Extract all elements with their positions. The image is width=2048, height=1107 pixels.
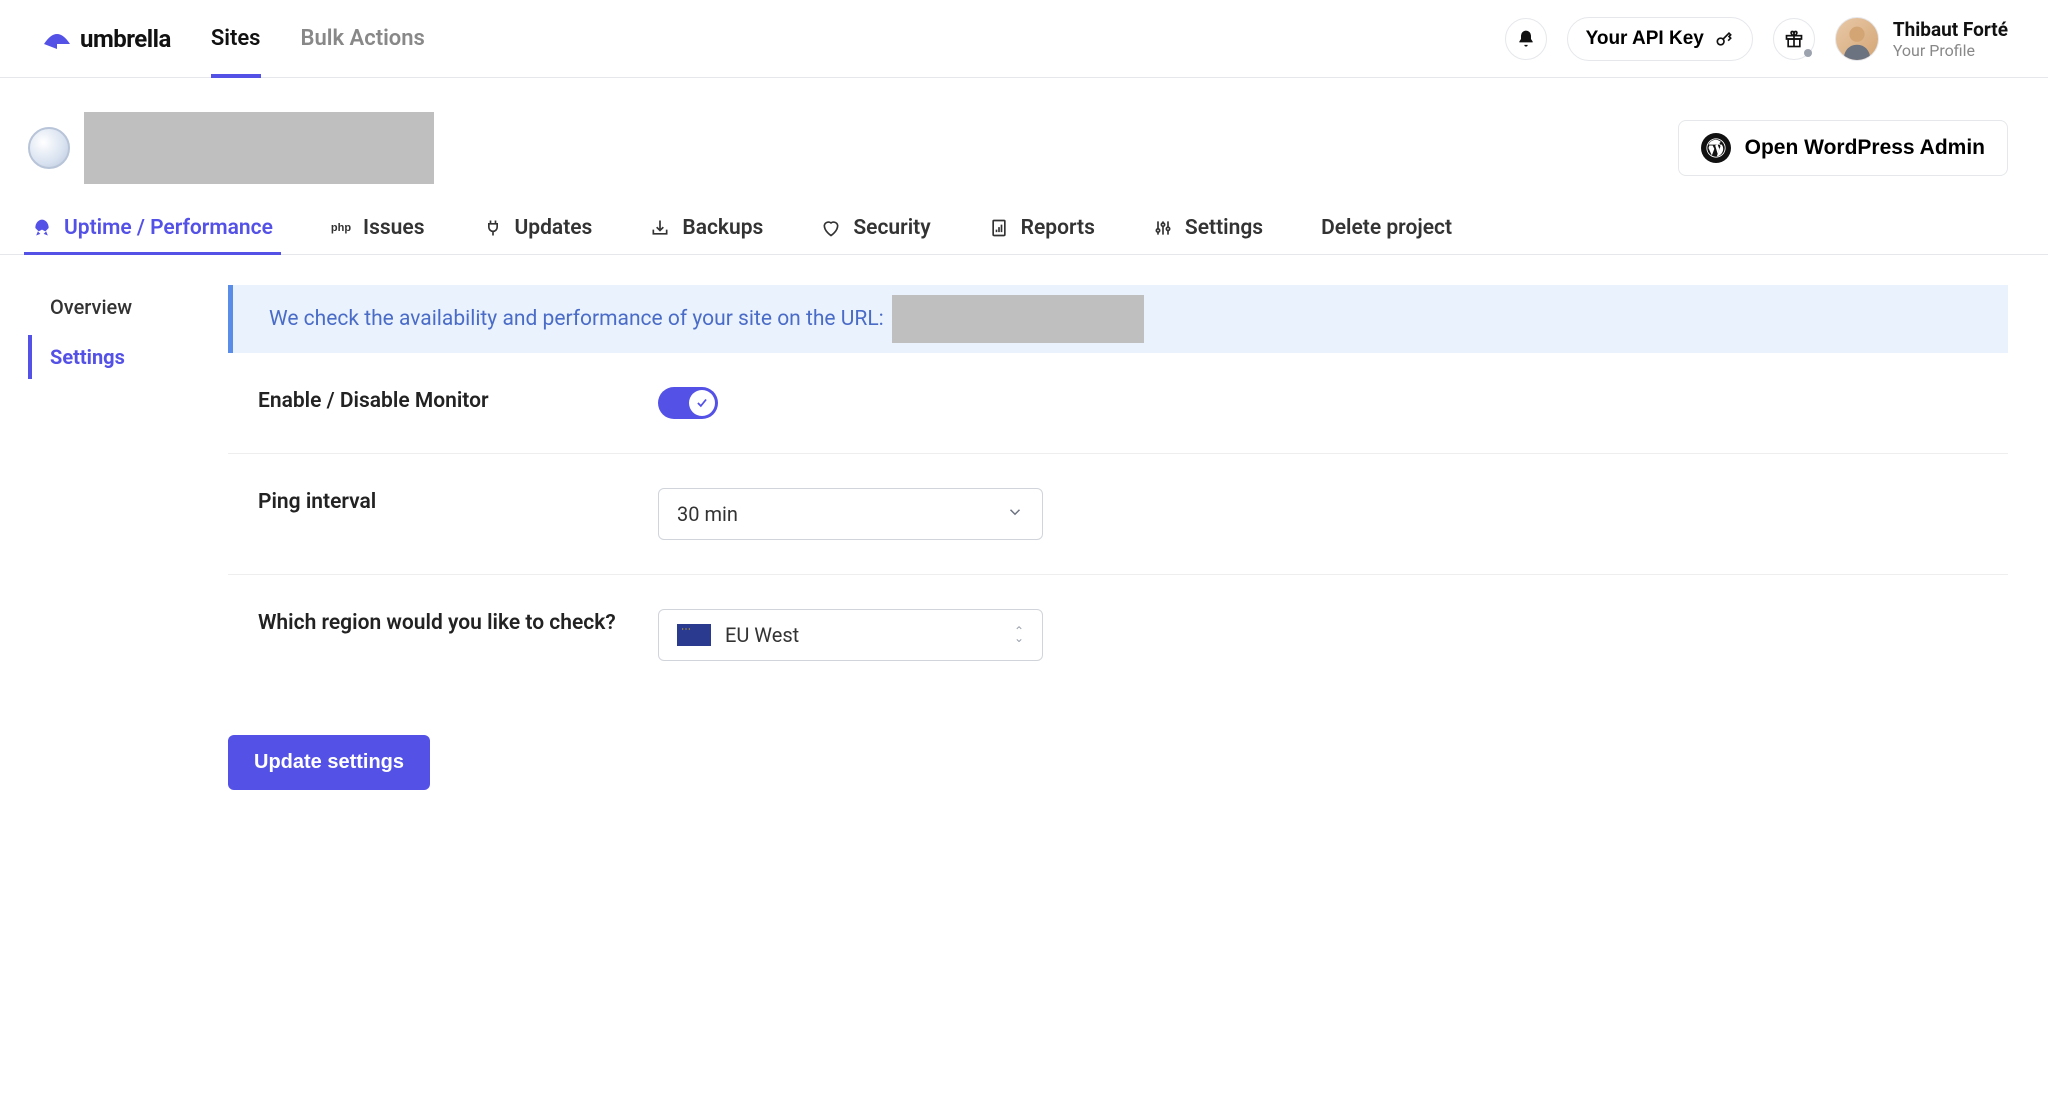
- topbar: umbrella Sites Bulk Actions Your API Key…: [0, 0, 2048, 78]
- rocket-icon: [32, 218, 52, 238]
- bell-icon: [1516, 29, 1536, 49]
- content: Overview Settings We check the availabil…: [0, 255, 2048, 830]
- plug-icon: [483, 218, 503, 238]
- setting-enable-monitor: Enable / Disable Monitor: [228, 353, 2008, 454]
- ping-interval-value: 30 min: [677, 502, 738, 526]
- gift-notification-dot: [1804, 49, 1812, 57]
- update-settings-button[interactable]: Update settings: [228, 735, 430, 790]
- info-banner: We check the availability and performanc…: [228, 285, 2008, 353]
- ping-interval-label: Ping interval: [228, 488, 658, 514]
- open-wp-label: Open WordPress Admin: [1745, 136, 1985, 160]
- api-key-button[interactable]: Your API Key: [1567, 17, 1753, 61]
- main-panel: We check the availability and performanc…: [228, 285, 2008, 790]
- sidenav-settings[interactable]: Settings: [28, 335, 188, 379]
- tab-settings[interactable]: Settings: [1149, 202, 1267, 254]
- profile-name: Thibaut Forté: [1893, 18, 2008, 41]
- profile-sub: Your Profile: [1893, 41, 2008, 60]
- enable-monitor-toggle[interactable]: [658, 387, 718, 419]
- sidenav-overview[interactable]: Overview: [28, 285, 188, 329]
- profile-menu[interactable]: Thibaut Forté Your Profile: [1835, 17, 2008, 61]
- tab-security[interactable]: Security: [817, 202, 934, 254]
- heart-icon: [821, 218, 841, 238]
- tab-updates[interactable]: Updates: [479, 202, 597, 254]
- open-wordpress-button[interactable]: Open WordPress Admin: [1678, 120, 2008, 176]
- topbar-right: Your API Key Thibaut Forté Your Profile: [1505, 17, 2008, 61]
- site-name-redacted: [84, 112, 434, 184]
- tab-reports[interactable]: Reports: [985, 202, 1099, 254]
- chevron-down-icon: [1006, 502, 1024, 526]
- report-icon: [989, 218, 1009, 238]
- region-value: EU West: [725, 623, 799, 647]
- setting-region: Which region would you like to check? EU…: [228, 575, 2008, 695]
- tab-backups[interactable]: Backups: [646, 202, 767, 254]
- region-label: Which region would you like to check?: [228, 609, 658, 635]
- eu-flag-icon: [677, 624, 711, 646]
- brand-name: umbrella: [80, 25, 171, 53]
- brand-logo[interactable]: umbrella: [40, 25, 171, 53]
- nav-bulk-actions[interactable]: Bulk Actions: [301, 0, 425, 77]
- gift-icon: [1784, 29, 1804, 49]
- ping-interval-select[interactable]: 30 min: [658, 488, 1043, 540]
- key-icon: [1714, 29, 1734, 49]
- region-select[interactable]: EU West ⌃⌄: [658, 609, 1043, 661]
- avatar: [1835, 17, 1879, 61]
- banner-url-redacted: [892, 295, 1144, 343]
- project-tabs: Uptime / Performance php Issues Updates …: [0, 202, 2048, 255]
- topnav: Sites Bulk Actions: [211, 0, 425, 77]
- sidenav: Overview Settings: [28, 285, 188, 790]
- umbrella-icon: [40, 28, 74, 50]
- wordpress-icon: [1701, 133, 1731, 163]
- toggle-knob: [689, 390, 715, 416]
- globe-icon: [28, 127, 70, 169]
- tab-issues[interactable]: php Issues: [327, 202, 429, 254]
- chevron-updown-icon: ⌃⌄: [1014, 628, 1024, 642]
- check-icon: [695, 396, 709, 410]
- sliders-icon: [1153, 218, 1173, 238]
- gift-button[interactable]: [1773, 18, 1815, 60]
- api-key-label: Your API Key: [1586, 28, 1704, 50]
- php-icon: php: [331, 222, 351, 234]
- tab-uptime[interactable]: Uptime / Performance: [28, 202, 277, 254]
- site-header: Open WordPress Admin: [0, 78, 2048, 184]
- enable-monitor-label: Enable / Disable Monitor: [228, 387, 658, 413]
- profile-text: Thibaut Forté Your Profile: [1893, 18, 2008, 60]
- tab-delete-project[interactable]: Delete project: [1317, 202, 1456, 254]
- download-icon: [650, 218, 670, 238]
- setting-ping-interval: Ping interval 30 min: [228, 454, 2008, 575]
- banner-text: We check the availability and performanc…: [269, 307, 884, 331]
- nav-sites[interactable]: Sites: [211, 0, 261, 77]
- notifications-button[interactable]: [1505, 18, 1547, 60]
